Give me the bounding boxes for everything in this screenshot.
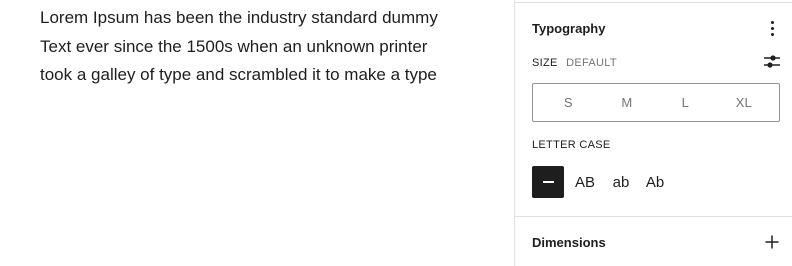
letter-case-none-button[interactable] (532, 166, 564, 198)
size-option-m[interactable]: M (607, 95, 647, 110)
dimensions-title: Dimensions (532, 234, 606, 250)
panel-divider (515, 0, 792, 3)
letter-case-label: LETTER CASE (532, 139, 611, 151)
size-option-l[interactable]: L (665, 95, 705, 110)
letter-case-control: AB ab Ab (532, 166, 666, 198)
size-current-value: DEFAULT (566, 57, 617, 69)
paragraph-line: took a galley of type and scrambled it t… (40, 65, 437, 84)
letter-case-lowercase-button[interactable]: ab (610, 166, 632, 198)
more-vertical-icon[interactable] (762, 18, 782, 38)
size-option-s[interactable]: S (548, 95, 588, 110)
panel-divider (515, 216, 792, 217)
size-option-xl[interactable]: XL (724, 95, 764, 110)
letter-case-capitalize-button[interactable]: Ab (644, 166, 666, 198)
typography-panel-header: Typography (532, 18, 782, 38)
dash-icon (542, 181, 554, 183)
typography-title: Typography (532, 20, 606, 36)
size-label: SIZE (532, 57, 558, 69)
font-size-header: SIZE DEFAULT (532, 54, 782, 70)
settings-sidebar: Typography SIZE DEFAULT S M L XL LETTER … (514, 0, 792, 266)
letter-case-uppercase-button[interactable]: AB (574, 166, 596, 198)
dimensions-panel-header[interactable]: Dimensions (532, 232, 782, 252)
plus-icon[interactable] (762, 232, 782, 252)
editor-window: Lorem Ipsum has been the industry standa… (0, 0, 792, 266)
font-size-picker: S M L XL (532, 83, 780, 122)
paragraph-line: Text ever since the 1500s when an unknow… (40, 36, 428, 56)
editor-canvas: Lorem Ipsum has been the industry standa… (0, 0, 514, 266)
paragraph-block[interactable]: Lorem Ipsum has been the industry standa… (40, 4, 480, 90)
paragraph-line: Lorem Ipsum has been the industry standa… (40, 8, 438, 27)
settings-sliders-icon[interactable] (762, 52, 782, 72)
